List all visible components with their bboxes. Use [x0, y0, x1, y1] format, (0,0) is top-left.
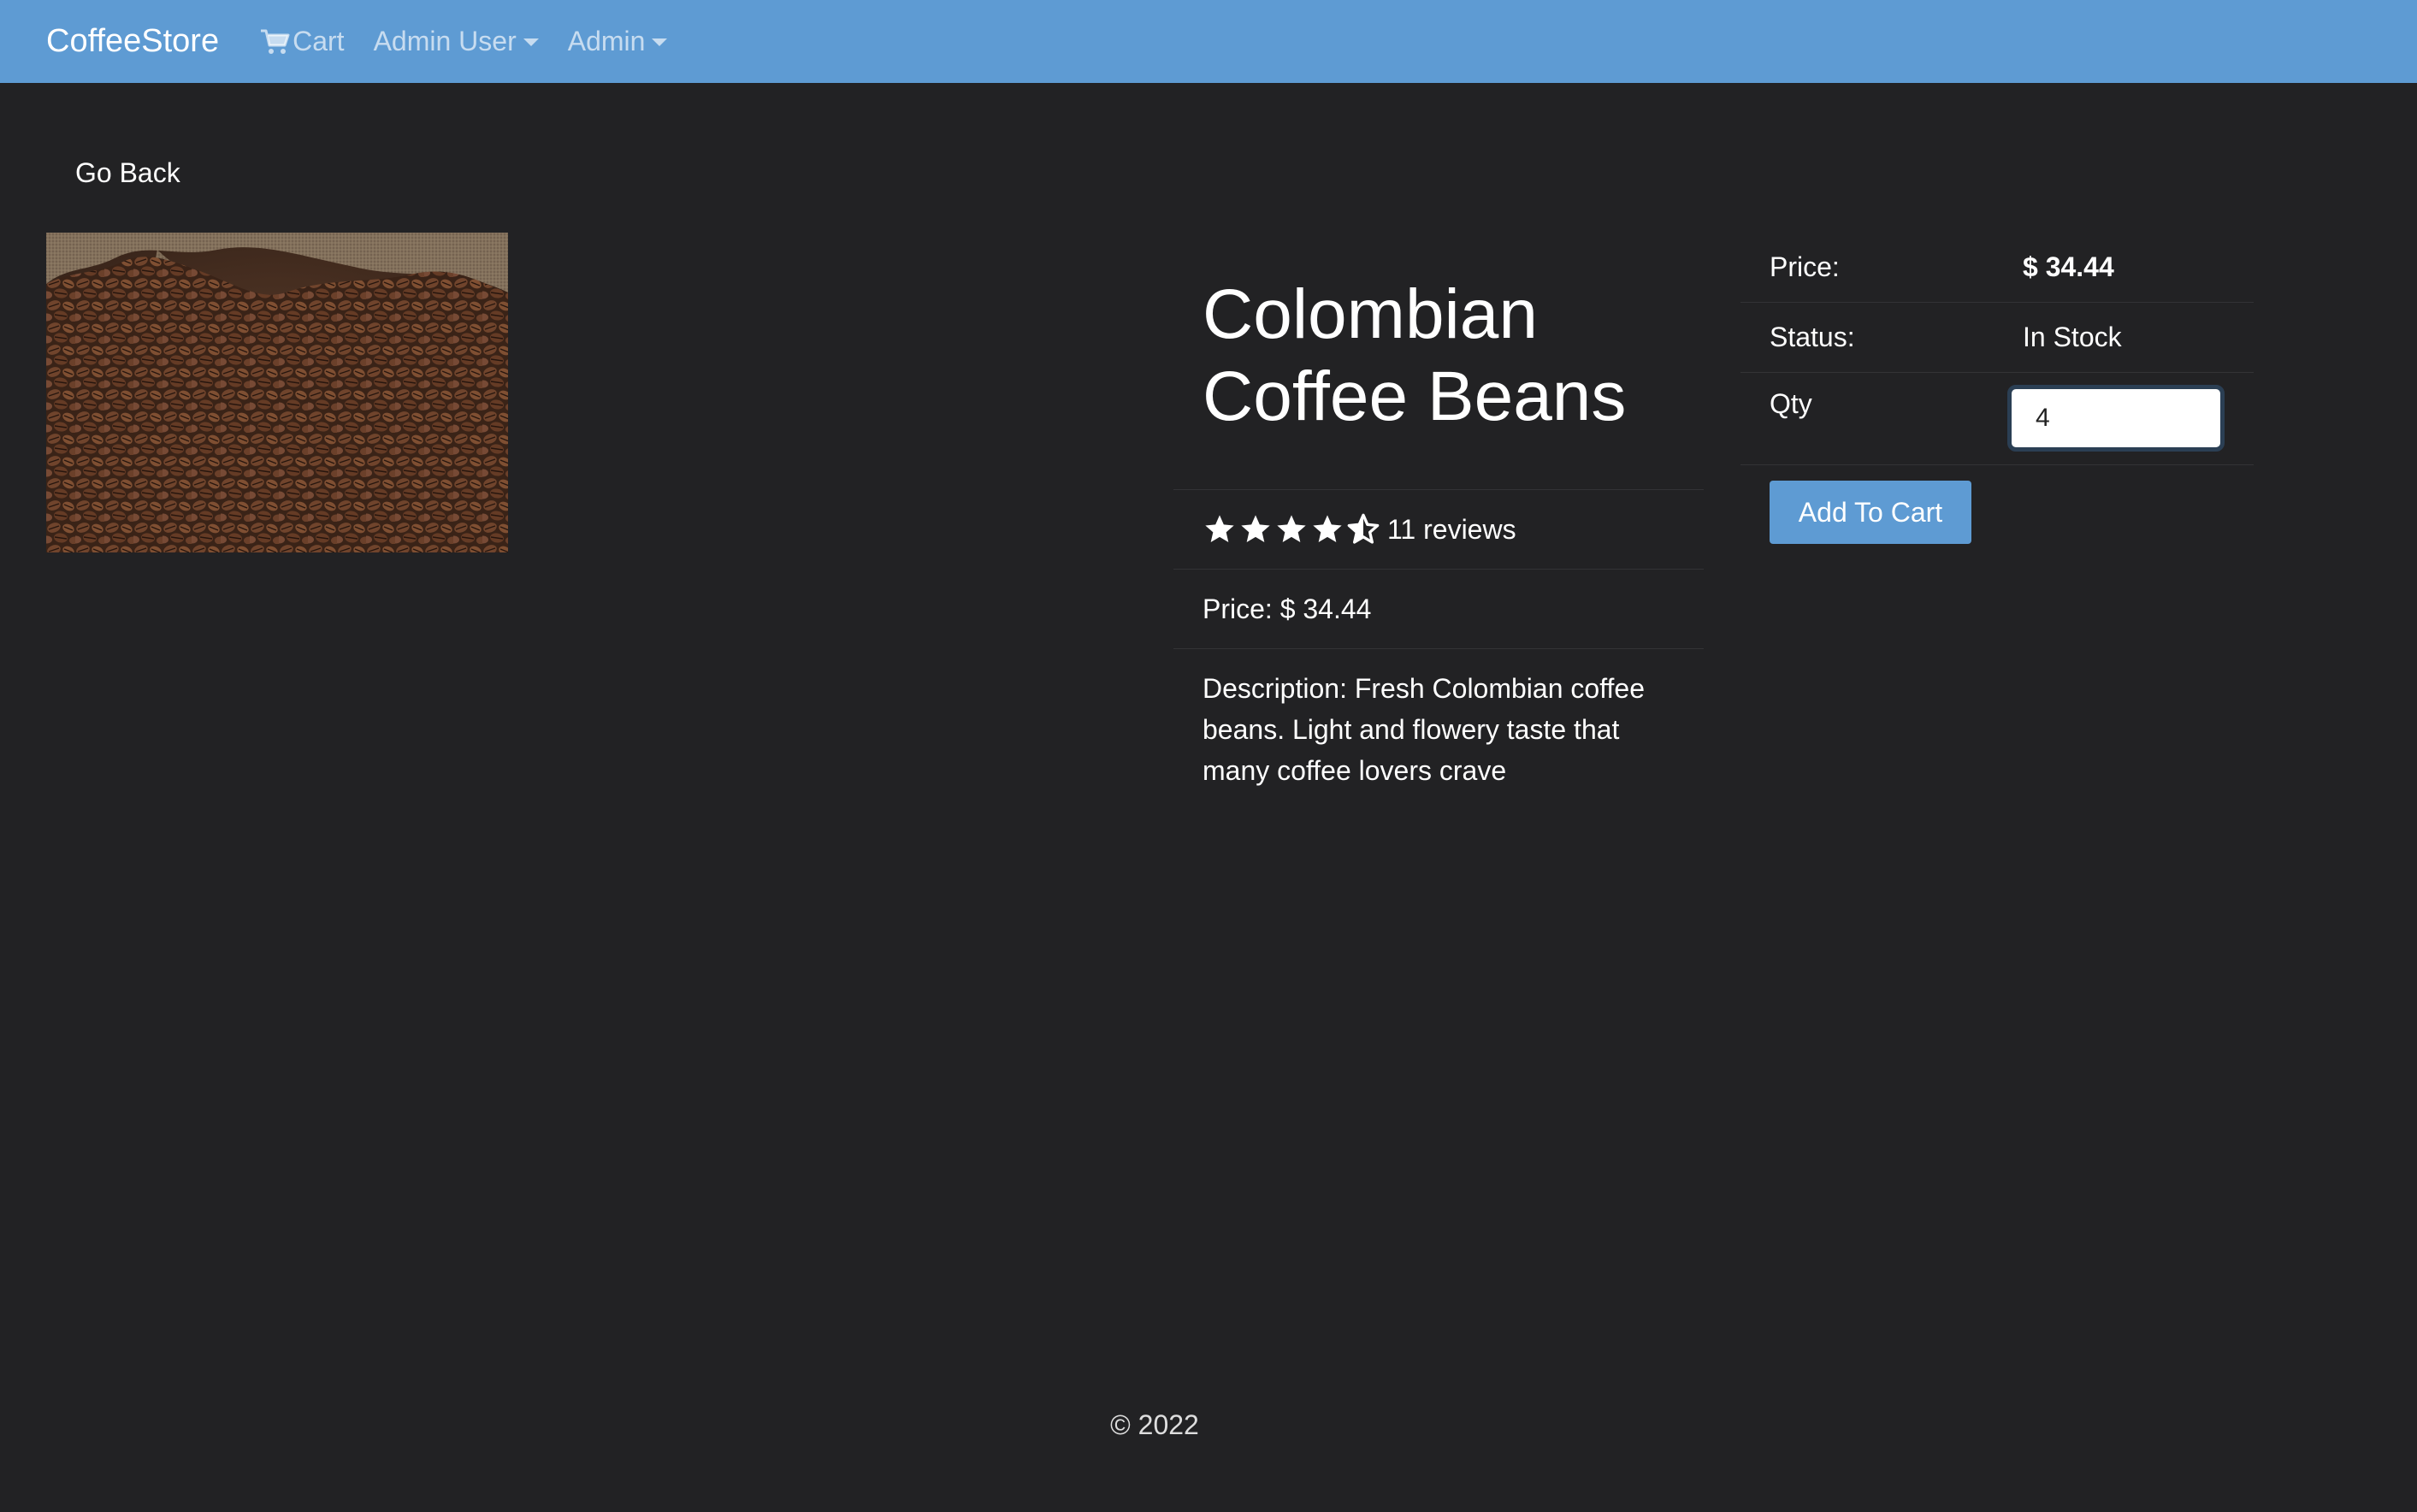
product-description: Description: Fresh Colombian coffee bean…: [1173, 648, 1704, 810]
price-value: $ 34.44: [2023, 251, 2114, 282]
product-image: [46, 233, 508, 552]
qty-label: Qty: [1770, 388, 1812, 419]
purchase-status-row: Status: In Stock: [1740, 303, 2254, 373]
star-full-icon: [1205, 515, 1234, 542]
coffee-beans-image: [46, 233, 508, 552]
rating-stars: [1203, 512, 1382, 546]
go-back-button[interactable]: Go Back: [46, 145, 210, 200]
product-title: Colombian Coffee Beans: [1203, 275, 1627, 435]
star-full-icon: [1241, 515, 1270, 542]
status-value: In Stock: [2023, 322, 2122, 352]
reviews-count: 11 reviews: [1387, 514, 1516, 545]
purchase-qty-row: Qty: [1740, 373, 2254, 465]
status-label: Status:: [1770, 322, 1855, 352]
star-full-icon: [1313, 515, 1342, 542]
user-menu-dropdown[interactable]: Admin User: [374, 26, 539, 57]
nav-cart-label: Cart: [293, 26, 345, 56]
product-price: Price: $ 34.44: [1173, 569, 1704, 648]
add-to-cart-button[interactable]: Add To Cart: [1770, 481, 1971, 544]
star-full-icon: [1277, 515, 1306, 542]
qty-input[interactable]: [2007, 385, 2225, 452]
price-label: Price:: [1770, 251, 1840, 282]
product-rating: 11 reviews: [1173, 489, 1704, 569]
purchase-card: Price: $ 34.44 Status: In Stock Qty Add …: [1740, 233, 2254, 544]
admin-menu-label: Admin: [567, 26, 646, 56]
brand-logo[interactable]: CoffeeStore: [46, 23, 219, 60]
admin-menu-dropdown[interactable]: Admin: [568, 26, 668, 57]
product-info: Colombian Coffee Beans 11 reviews Price:…: [1173, 248, 1704, 810]
navbar: CoffeeStore Cart Admin User Admin: [0, 0, 2417, 83]
chevron-down-icon: [652, 38, 668, 46]
nav-cart-link[interactable]: Cart: [260, 26, 345, 57]
star-half-icon: [1347, 513, 1380, 544]
purchase-price-row: Price: $ 34.44: [1740, 233, 2254, 303]
cart-icon: [261, 29, 290, 54]
user-menu-label: Admin User: [373, 26, 517, 56]
footer-copyright: © 2022: [1110, 1409, 1199, 1440]
chevron-down-icon: [523, 38, 539, 46]
